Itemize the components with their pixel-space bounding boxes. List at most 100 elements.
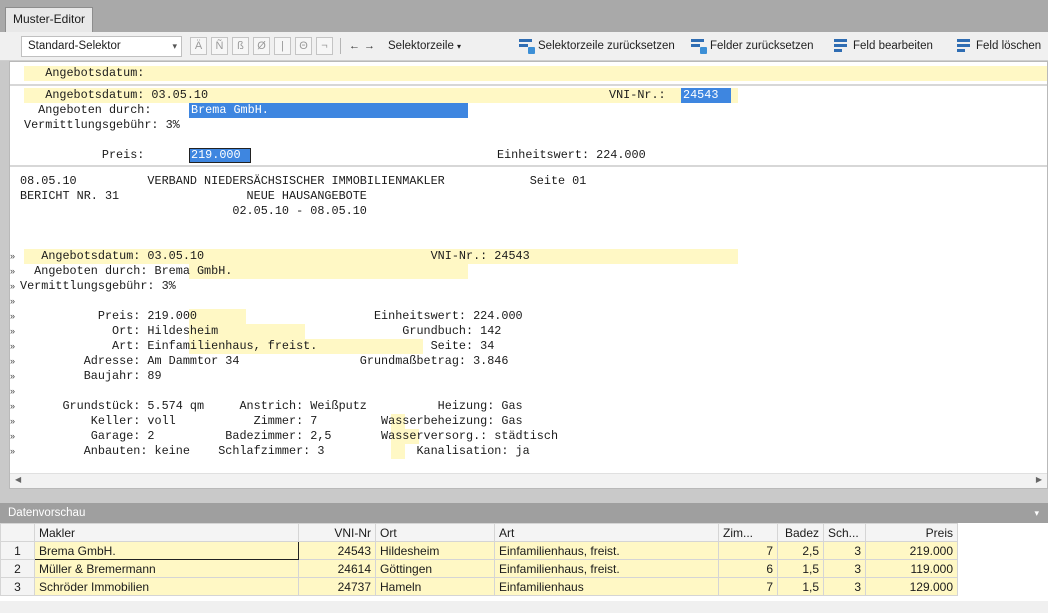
cell-ort[interactable]: Hameln [375,577,495,596]
editor-divider [10,165,1047,167]
chevron-down-icon: ▾ [172,41,177,51]
report-line-10: Preis: 219.000 Einheitswert: 224.000 [20,309,523,323]
reset-fields-button[interactable]: Felder zurücksetzen [710,32,814,61]
reset-fields-icon [691,39,707,54]
cell-vni-nr[interactable]: 24543 [298,541,376,560]
cell-schlafzimmer[interactable]: 3 [823,559,866,578]
sample-fee-line: Vermittlungsgebühr: 3% [24,118,180,132]
column-header-ort[interactable]: Ort [375,523,495,542]
sample-date-line[interactable]: Angebotsdatum: 03.05.10 [24,88,208,103]
cell-ort[interactable]: Göttingen [375,559,495,578]
cell-preis[interactable]: 119.000 [865,559,958,578]
toolbar: Standard-Selektor ▾ Ä Ñ ß Ø | Θ ¬ ← → Se… [0,32,1048,61]
cell-schlafzimmer[interactable]: 3 [823,541,866,560]
report-line-17: Keller: voll Zimmer: 7 Wasserbeheizung: … [20,414,523,428]
selector-dropdown[interactable]: Standard-Selektor ▾ [21,36,182,57]
cell-art[interactable]: Einfamilienhaus, freist. [494,559,719,578]
report-line-6: Angebotsdatum: 03.05.10 VNI-Nr.: 24543 [20,249,530,263]
cell-badez[interactable]: 1,5 [777,577,824,596]
scroll-left-icon[interactable]: ◀ [15,475,21,484]
row-marker-icon: » [10,281,16,291]
arrow-right-icon[interactable]: → [362,37,377,55]
char-button-n-tilde[interactable]: Ñ [211,37,228,55]
row-marker-icon: » [10,266,16,276]
cell-badez[interactable]: 2,5 [777,541,824,560]
column-header-preis[interactable]: Preis [865,523,958,542]
cell-zimmer[interactable]: 7 [718,541,778,560]
delete-field-button[interactable]: Feld löschen [976,32,1041,61]
selector-line-menu[interactable]: Selektorzeile ▾ [388,32,461,61]
cell-zimmer[interactable]: 6 [718,559,778,578]
row-marker-icon: » [10,431,16,441]
edit-field-icon [834,39,850,54]
selector-line-highlight [24,66,1047,81]
report-line-11: Ort: Hildesheim Grundbuch: 142 [20,324,502,338]
row-marker-icon: » [10,386,16,396]
row-marker-icon: » [10,401,16,411]
row-marker-icon: » [10,296,16,306]
cell-vni-nr[interactable]: 24614 [298,559,376,578]
report-line-3: 02.05.10 - 08.05.10 [20,204,367,218]
table-row[interactable]: 1 Brema GmbH. 24543 Hildesheim Einfamili… [0,541,958,560]
report-line-18: Garage: 2 Badezimmer: 2,5 Wasserversorg.… [20,429,559,443]
edit-field-button[interactable]: Feld bearbeiten [853,32,933,61]
table-row[interactable]: 3 Schröder Immobilien 24737 Hameln Einfa… [0,577,958,596]
cell-art[interactable]: Einfamilienhaus [494,577,719,596]
cell-ort[interactable]: Hildesheim [375,541,495,560]
reset-selector-line-button[interactable]: Selektorzeile zurücksetzen [538,32,675,61]
char-button-theta[interactable]: Θ [295,37,312,55]
column-header-vni-nr[interactable]: VNI-Nr [298,523,376,542]
sample-unit-value: Einheitswert: 224.000 [497,148,646,162]
cell-zimmer[interactable]: 7 [718,577,778,596]
delete-field-icon [957,39,973,54]
column-header-zimmer[interactable]: Zim... [718,523,778,542]
report-line-2: BERICHT NR. 31 NEUE HAUSANGEBOTE [20,189,367,203]
row-marker-icon: » [10,311,16,321]
cell-art[interactable]: Einfamilienhaus, freist. [494,541,719,560]
char-button-ae[interactable]: Ä [190,37,207,55]
sample-price-label: Preis: [24,148,152,162]
pattern-editor[interactable]: Angebotsdatum: Angebotsdatum: 03.05.10 V… [9,61,1048,489]
selector-dropdown-value: Standard-Selektor [28,40,121,52]
data-preview-header: Datenvorschau ▾ [0,503,1048,523]
row-number: 3 [0,577,35,596]
column-header-schlafzimmer[interactable]: Sch... [823,523,866,542]
chevron-down-icon: ▾ [457,42,462,51]
editor-divider [10,84,1047,86]
selector-line[interactable]: Angebotsdatum: [24,66,144,81]
char-button-eszett[interactable]: ß [232,37,249,55]
report-line-19: Anbauten: keine Schlafzimmer: 3 Kanalisa… [20,444,530,458]
cell-makler[interactable]: Schröder Immobilien [34,577,299,596]
report-line-12: Art: Einfamilienhaus, freist. Seite: 34 [20,339,495,353]
char-button-o-slash[interactable]: Ø [253,37,270,55]
char-button-not[interactable]: ¬ [316,37,333,55]
cell-preis[interactable]: 219.000 [865,541,958,560]
sample-price-field[interactable]: 219.000 [191,148,241,163]
arrow-left-icon[interactable]: ← [347,37,362,55]
cell-preis[interactable]: 129.000 [865,577,958,596]
char-button-pipe[interactable]: | [274,37,291,55]
data-preview-grid[interactable]: Makler VNI-Nr Ort Art Zim... Badez Sch..… [0,523,1048,613]
table-row[interactable]: 2 Müller & Bremermann 24614 Göttingen Ei… [0,559,958,578]
cell-vni-nr[interactable]: 24737 [298,577,376,596]
data-preview-title: Datenvorschau [8,507,86,519]
sample-offered-by-field[interactable]: Brema GmbH. [191,103,269,118]
row-marker-icon: » [10,356,16,366]
cell-badez[interactable]: 1,5 [777,559,824,578]
report-line-16: Grundstück: 5.574 qm Anstrich: Weißputz … [20,399,523,413]
row-marker-icon: » [10,341,16,351]
column-header-badez[interactable]: Badez [777,523,824,542]
column-header-makler[interactable]: Makler [34,523,299,542]
sample-vni-field[interactable]: 24543 [683,88,718,103]
tab-muster-editor[interactable]: Muster-Editor [5,7,94,32]
cell-makler[interactable]: Brema GmbH. [34,541,299,560]
report-line-8: Vermittlungsgebühr: 3% [20,279,176,293]
grid-horizontal-scrollbar[interactable] [0,601,1048,613]
column-header-art[interactable]: Art [494,523,719,542]
cell-makler[interactable]: Müller & Bremermann [34,559,299,578]
cell-schlafzimmer[interactable]: 3 [823,577,866,596]
editor-horizontal-scrollbar[interactable]: ◀ ▶ [10,473,1047,488]
chevron-down-icon[interactable]: ▾ [1034,503,1039,523]
row-marker-icon: » [10,416,16,426]
scroll-right-icon[interactable]: ▶ [1036,475,1042,484]
